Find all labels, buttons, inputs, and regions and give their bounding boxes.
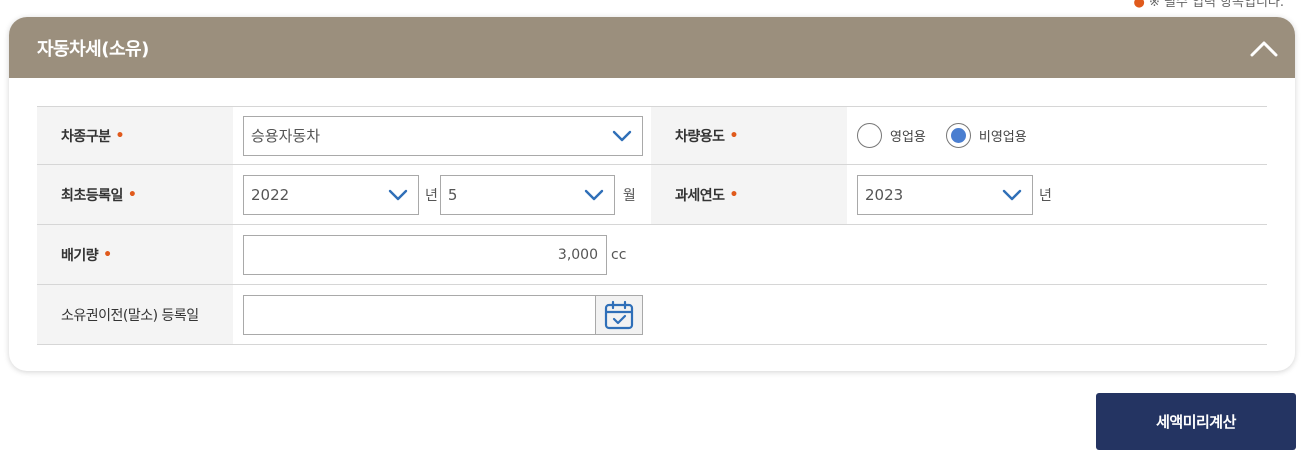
vehicle-use-cell: 영업용 비영업용 (847, 107, 1047, 164)
tax-year-select[interactable]: 2023 (857, 174, 1033, 215)
chevron-down-icon (1002, 189, 1022, 201)
tax-year-label: 과세연도 • (651, 165, 847, 224)
year-unit: 년 (425, 187, 438, 204)
tax-year-unit: 년 (1039, 187, 1052, 204)
vehicle-tax-panel: 자동차세(소유) 차종구분 • 승용자동차 차량용도 • 영업용 비영업용 최초… (9, 17, 1295, 371)
chevron-down-icon (612, 130, 632, 142)
displacement-cell: 3,000 cc (233, 225, 1267, 284)
top-note: ● ※ 필수 입력 항목입니다. (1133, 0, 1284, 10)
vehicle-type-value: 승용자동차 (251, 127, 321, 145)
required-mark: • (729, 127, 739, 144)
required-mark: • (729, 186, 739, 203)
chevron-down-icon (584, 189, 604, 201)
displacement-value: 3,000 (557, 246, 598, 263)
radio-dot (950, 128, 966, 143)
radio-circle-unchecked[interactable] (857, 123, 882, 148)
first-registration-label: 최초등록일 • (37, 165, 233, 224)
displacement-input[interactable]: 3,000 (243, 234, 607, 275)
required-mark: • (127, 186, 137, 203)
month-unit: 월 (622, 187, 636, 204)
vehicle-use-label: 차량용도 • (651, 107, 847, 164)
radio-commercial[interactable]: 영업용 (857, 123, 926, 148)
vehicle-type-label: 차종구분 • (37, 107, 233, 164)
radio-noncommercial[interactable]: 비영업용 (945, 123, 1027, 148)
top-note-text: ※ 필수 입력 항목입니다. (1148, 0, 1284, 10)
registration-year-select[interactable]: 2022 (243, 174, 419, 215)
chevron-up-icon[interactable] (1249, 33, 1279, 63)
form-row-transfer: 소유권이전(말소) 등록일 (37, 285, 1267, 345)
chevron-down-icon (388, 189, 408, 201)
calculate-tax-button[interactable]: 세액미리계산 (1096, 393, 1296, 450)
transfer-date-input[interactable] (243, 294, 595, 335)
tax-year-value: 2023 (865, 185, 904, 204)
radio-label-commercial: 영업용 (890, 130, 926, 145)
vehicle-type-cell: 승용자동차 (233, 107, 651, 164)
form-row-displacement: 배기량 • 3,000 cc (37, 225, 1267, 285)
form-row-dates: 최초등록일 • 2022 년 5 월 과세연도 • 2023 년 (37, 165, 1267, 225)
radio-label-noncommercial: 비영업용 (978, 130, 1027, 145)
registration-month-value: 5 (447, 185, 458, 204)
tax-year-cell: 2023 년 (847, 165, 1055, 224)
registration-month-select[interactable]: 5 (439, 174, 615, 215)
vehicle-type-select[interactable]: 승용자동차 (243, 115, 643, 156)
form-row-vehicle: 차종구분 • 승용자동차 차량용도 • 영업용 비영업용 (37, 107, 1267, 165)
form-table: 차종구분 • 승용자동차 차량용도 • 영업용 비영업용 최초등록일 • 202… (37, 106, 1267, 345)
calendar-icon[interactable] (595, 294, 643, 335)
registration-year-value: 2022 (251, 185, 290, 204)
first-registration-cell: 2022 년 5 월 (233, 165, 651, 224)
required-mark: • (103, 246, 112, 263)
transfer-date-cell (233, 285, 1267, 344)
top-note-mark: ● (1133, 0, 1145, 10)
vehicle-use-radio-group: 영업용 비영업용 (857, 123, 1047, 148)
panel-header[interactable]: 자동차세(소유) (9, 17, 1295, 78)
transfer-date-picker (243, 294, 643, 335)
radio-circle-checked[interactable] (945, 123, 971, 148)
required-mark: • (115, 127, 125, 144)
panel-title: 자동차세(소유) (37, 38, 149, 60)
transfer-date-label: 소유권이전(말소) 등록일 (37, 285, 233, 344)
displacement-unit: cc (611, 246, 627, 263)
displacement-label: 배기량 • (37, 225, 233, 284)
